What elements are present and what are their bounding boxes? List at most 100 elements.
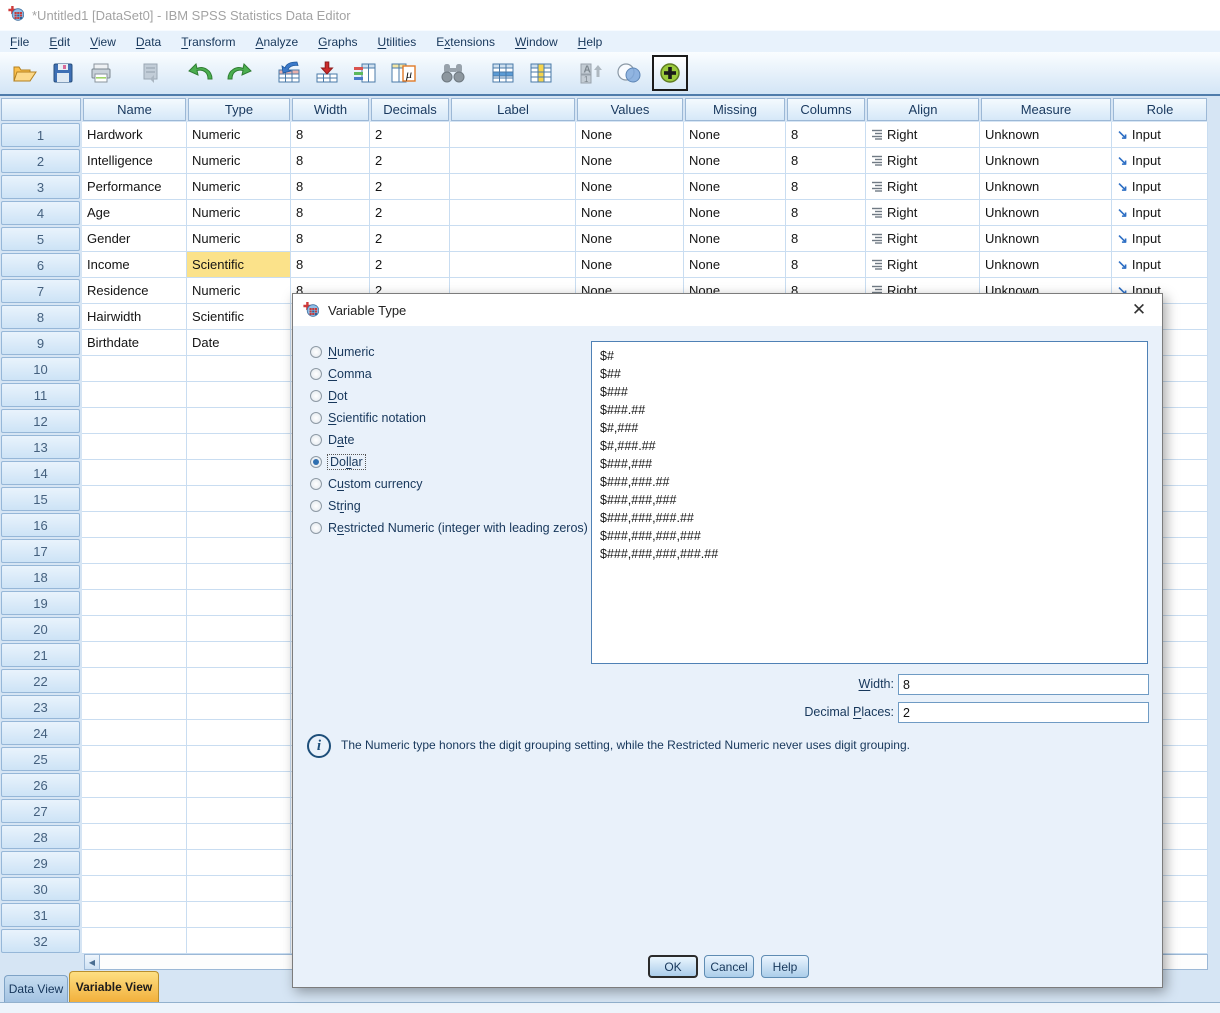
cell-columns[interactable]: 8 [786, 174, 866, 200]
cell-type[interactable] [187, 876, 291, 902]
cell-role[interactable]: ↘Input [1112, 122, 1208, 148]
menu-help[interactable]: Help [568, 32, 613, 52]
col-header-columns[interactable]: Columns [787, 98, 865, 121]
cell-type[interactable]: Numeric [187, 278, 291, 304]
cell-name[interactable] [82, 382, 187, 408]
format-option[interactable]: $###,###,###.## [600, 509, 1147, 527]
open-data-icon[interactable] [6, 56, 44, 90]
cell-align[interactable]: Right [866, 122, 980, 148]
help-button[interactable]: Help [761, 955, 809, 978]
row-number[interactable]: 23 [1, 695, 80, 719]
cell-name[interactable] [82, 538, 187, 564]
row-number[interactable]: 13 [1, 435, 80, 459]
row-number[interactable]: 22 [1, 669, 80, 693]
format-option[interactable]: $#,###.## [600, 437, 1147, 455]
value-labels-icon[interactable]: A1 [572, 56, 610, 90]
corner-header[interactable] [1, 98, 81, 121]
radio-date[interactable]: Date [310, 429, 588, 451]
row-number[interactable]: 15 [1, 487, 80, 511]
row-number[interactable]: 25 [1, 747, 80, 771]
format-option[interactable]: $## [600, 365, 1147, 383]
cell-role[interactable]: ↘Input [1112, 200, 1208, 226]
cell-align[interactable]: Right [866, 200, 980, 226]
cell-missing[interactable]: None [684, 174, 786, 200]
radio-dollar[interactable]: Dollar [310, 451, 588, 473]
format-option[interactable]: $###,###,###,###.## [600, 545, 1147, 563]
cell-type[interactable]: Date [187, 330, 291, 356]
row-number[interactable]: 16 [1, 513, 80, 537]
cell-label[interactable] [450, 226, 576, 252]
cell-type[interactable]: Numeric [187, 148, 291, 174]
cell-type[interactable] [187, 642, 291, 668]
cell-missing[interactable]: None [684, 122, 786, 148]
tab-variable-view[interactable]: Variable View [69, 971, 159, 1002]
cell-type[interactable] [187, 616, 291, 642]
cell-name[interactable] [82, 590, 187, 616]
format-option[interactable]: $###,###,###,### [600, 527, 1147, 545]
cell-name[interactable]: Performance [82, 174, 187, 200]
cell-role[interactable]: ↘Input [1112, 148, 1208, 174]
format-option[interactable]: $###,### [600, 455, 1147, 473]
col-header-missing[interactable]: Missing [685, 98, 785, 121]
cell-type[interactable] [187, 902, 291, 928]
cell-type[interactable]: Scientific [187, 252, 291, 278]
insert-cases-icon[interactable] [484, 56, 522, 90]
cell-columns[interactable]: 8 [786, 122, 866, 148]
cell-name[interactable] [82, 616, 187, 642]
cell-decimals[interactable]: 2 [370, 174, 450, 200]
cell-type[interactable]: Numeric [187, 174, 291, 200]
go-to-variable-icon[interactable] [308, 56, 346, 90]
cell-width[interactable]: 8 [291, 122, 370, 148]
recall-dialogs-icon[interactable] [132, 56, 170, 90]
insert-variable-icon[interactable] [522, 56, 560, 90]
cell-align[interactable]: Right [866, 226, 980, 252]
cell-role[interactable]: ↘Input [1112, 226, 1208, 252]
col-header-values[interactable]: Values [577, 98, 683, 121]
format-option[interactable]: $###,###.## [600, 473, 1147, 491]
cell-measure[interactable]: Unknown [980, 252, 1112, 278]
cell-name[interactable]: Age [82, 200, 187, 226]
cell-role[interactable]: ↘Input [1112, 252, 1208, 278]
cell-values[interactable]: None [576, 252, 684, 278]
print-icon[interactable] [82, 56, 120, 90]
cell-name[interactable] [82, 642, 187, 668]
row-number[interactable]: 12 [1, 409, 80, 433]
format-option[interactable]: $### [600, 383, 1147, 401]
width-input[interactable] [898, 674, 1149, 695]
row-number[interactable]: 27 [1, 799, 80, 823]
show-all-variables-icon[interactable] [652, 55, 688, 91]
menu-view[interactable]: View [80, 32, 126, 52]
menu-data[interactable]: Data [126, 32, 171, 52]
descriptive-statistics-icon[interactable]: μ [384, 56, 422, 90]
cell-type[interactable] [187, 512, 291, 538]
row-number[interactable]: 20 [1, 617, 80, 641]
radio-dot[interactable]: Dot [310, 385, 588, 407]
cell-type[interactable] [187, 850, 291, 876]
row-number[interactable]: 29 [1, 851, 80, 875]
col-header-decimals[interactable]: Decimals [371, 98, 449, 121]
cell-decimals[interactable]: 2 [370, 122, 450, 148]
decimal-places-input[interactable] [898, 702, 1149, 723]
go-to-case-icon[interactable] [270, 56, 308, 90]
row-number[interactable]: 1 [1, 123, 80, 147]
cell-type[interactable] [187, 746, 291, 772]
col-header-align[interactable]: Align [867, 98, 979, 121]
cell-align[interactable]: Right [866, 174, 980, 200]
cell-missing[interactable]: None [684, 252, 786, 278]
col-header-measure[interactable]: Measure [981, 98, 1111, 121]
cell-type[interactable] [187, 538, 291, 564]
cell-name[interactable]: Gender [82, 226, 187, 252]
cell-name[interactable]: Income [82, 252, 187, 278]
radio-restricted-numeric-integer-with-leading-zeros[interactable]: Restricted Numeric (integer with leading… [310, 517, 588, 539]
cell-name[interactable] [82, 772, 187, 798]
cell-type[interactable]: Scientific [187, 304, 291, 330]
cell-type[interactable] [187, 720, 291, 746]
cell-type[interactable] [187, 590, 291, 616]
cell-width[interactable]: 8 [291, 174, 370, 200]
ok-button[interactable]: OK [648, 955, 698, 978]
radio-scientific-notation[interactable]: Scientific notation [310, 407, 588, 429]
col-header-name[interactable]: Name [83, 98, 186, 121]
cell-decimals[interactable]: 2 [370, 252, 450, 278]
cell-name[interactable] [82, 746, 187, 772]
cell-columns[interactable]: 8 [786, 226, 866, 252]
